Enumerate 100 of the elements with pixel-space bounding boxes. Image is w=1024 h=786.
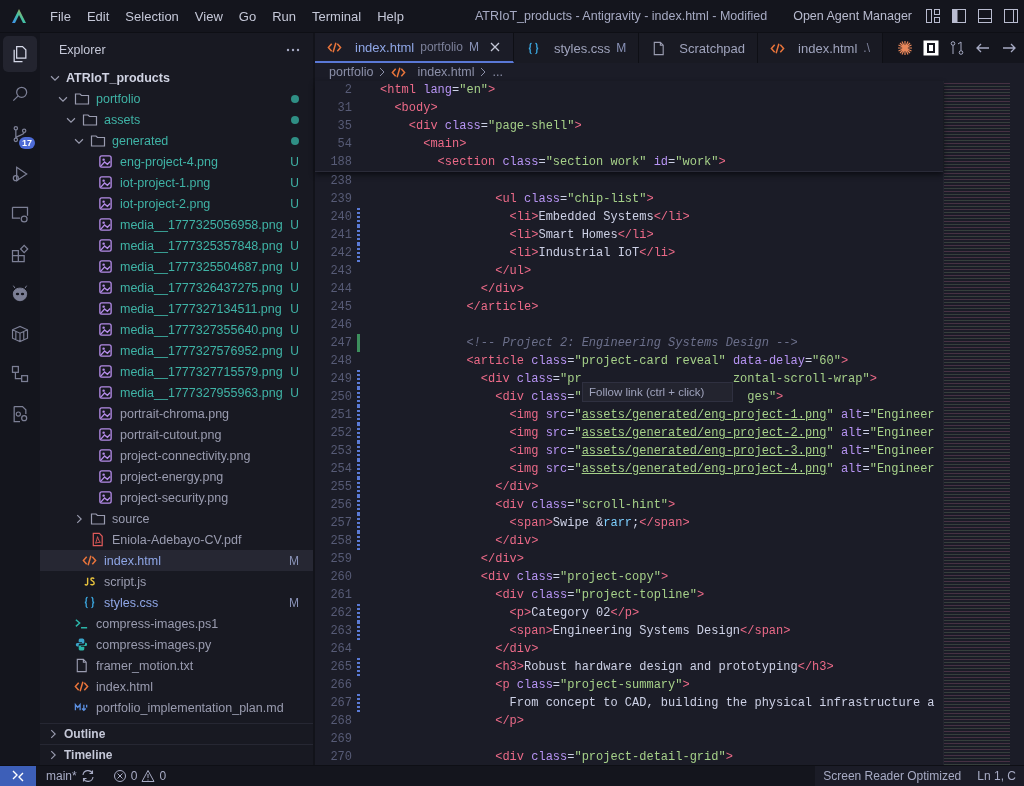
- warning-icon[interactable]: [141, 769, 156, 783]
- file-row[interactable]: index.html: [40, 676, 313, 697]
- tooltip: Follow link (ctrl + click): [582, 382, 733, 402]
- editor-tab[interactable]: Scratchpad: [639, 33, 759, 63]
- monitor-icon[interactable]: [10, 204, 30, 224]
- warning-count[interactable]: 0: [159, 769, 167, 783]
- git-status: M: [289, 553, 299, 568]
- file-row[interactable]: styles.css M: [40, 592, 313, 613]
- secondary-sidebar-icon[interactable]: [1003, 8, 1019, 24]
- menu-item[interactable]: Help: [369, 8, 412, 24]
- status-item[interactable]: Screen Reader Optimized: [815, 766, 970, 786]
- editor-tab[interactable]: index.html portfolio M: [315, 33, 514, 63]
- status-item[interactable]: Ln 1, C: [969, 766, 1024, 786]
- file-row[interactable]: framer_motion.txt: [40, 655, 313, 676]
- python-icon: [74, 637, 89, 652]
- line-number: 31: [336, 101, 352, 115]
- file-row[interactable]: media__1777325056958.png U: [40, 214, 313, 235]
- folder-icon: [90, 510, 106, 527]
- file-row[interactable]: media__1777327715579.png U: [40, 361, 313, 382]
- line-number: 261: [329, 588, 352, 602]
- compare-icon[interactable]: [949, 40, 965, 56]
- git-status: U: [290, 196, 299, 211]
- git-status: U: [290, 364, 299, 379]
- menu-item[interactable]: Go: [230, 8, 265, 24]
- file-row[interactable]: project-security.png: [40, 487, 313, 508]
- image-file-icon: [98, 385, 113, 400]
- search-icon[interactable]: [10, 84, 30, 104]
- git-status: U: [290, 154, 299, 169]
- square-icon[interactable]: [923, 40, 939, 56]
- folder-row[interactable]: source: [40, 508, 313, 529]
- file-row[interactable]: portfolio_implementation_plan.md: [40, 697, 313, 718]
- code-line: </article>: [465, 300, 539, 314]
- agent-manager-button[interactable]: Open Agent Manager: [793, 9, 912, 23]
- file-row[interactable]: index.html M: [40, 550, 313, 571]
- menu-item[interactable]: Terminal: [304, 8, 370, 24]
- sync-icon[interactable]: [80, 769, 95, 783]
- menu-item[interactable]: File: [42, 8, 79, 24]
- file-row[interactable]: iot-project-1.png U: [40, 172, 313, 193]
- file-row[interactable]: portrait-cutout.png: [40, 424, 313, 445]
- image-file-icon: [98, 364, 113, 379]
- file-row[interactable]: media__1777327355640.png U: [40, 319, 313, 340]
- folder-row[interactable]: assets: [40, 109, 313, 130]
- error-icon[interactable]: [112, 769, 127, 783]
- image-file-icon: [98, 259, 113, 274]
- folder-row[interactable]: portfolio: [40, 88, 313, 109]
- breadcrumb-item[interactable]: portfolio: [329, 65, 374, 79]
- file-row[interactable]: project-connectivity.png: [40, 445, 313, 466]
- line-number: 267: [329, 696, 352, 710]
- menu-item[interactable]: Selection: [117, 8, 187, 24]
- image-file-icon: [98, 154, 113, 169]
- code-line: <li>Embedded Systems</li>: [508, 210, 690, 224]
- sidebar-toggle-icon[interactable]: [951, 8, 967, 24]
- editor-tab[interactable]: styles.css M: [513, 33, 640, 63]
- document-icon: [74, 658, 89, 673]
- file-row[interactable]: media__1777325504687.png U: [40, 256, 313, 277]
- file-row[interactable]: Eniola-Adebayo-CV.pdf: [40, 529, 313, 550]
- menu-item[interactable]: View: [186, 8, 231, 24]
- file-row[interactable]: portrait-chroma.png: [40, 403, 313, 424]
- section-header[interactable]: Outline: [40, 723, 313, 744]
- starburst-icon[interactable]: [897, 40, 913, 56]
- folder-row[interactable]: generated: [40, 130, 313, 151]
- file-row[interactable]: compress-images.py: [40, 634, 313, 655]
- layout-icon[interactable]: [925, 8, 941, 24]
- box-icon[interactable]: [10, 324, 30, 344]
- image-file-icon: [98, 427, 113, 442]
- breadcrumb-item[interactable]: index.html: [417, 65, 475, 79]
- line-number: 264: [329, 642, 352, 656]
- file-row[interactable]: media__1777327955963.png U: [40, 382, 313, 403]
- menu-item[interactable]: Edit: [78, 8, 118, 24]
- panel-toggle-icon[interactable]: [977, 8, 993, 24]
- file-row[interactable]: media__1777327576952.png U: [40, 340, 313, 361]
- branch-name[interactable]: main*: [46, 769, 77, 783]
- line-number: 188: [329, 155, 352, 169]
- file-row[interactable]: media__1777326437275.png U: [40, 277, 313, 298]
- file-row[interactable]: project-energy.png: [40, 466, 313, 487]
- menu-item[interactable]: Run: [264, 8, 304, 24]
- file-row[interactable]: media__1777325357848.png U: [40, 235, 313, 256]
- image-file-icon: [98, 280, 113, 295]
- file-row[interactable]: iot-project-2.png U: [40, 193, 313, 214]
- image-file-icon: [98, 322, 113, 337]
- breadcrumb-item[interactable]: ...: [492, 65, 503, 79]
- activity-item[interactable]: [3, 36, 37, 72]
- folder-row[interactable]: ATRIoT_products: [40, 67, 313, 88]
- activity-item[interactable]: 17: [3, 116, 37, 152]
- editor-tab[interactable]: index.html .\: [758, 33, 883, 63]
- code-line: </div>: [479, 552, 525, 566]
- file-row[interactable]: media__1777327134511.png U: [40, 298, 313, 319]
- code-line: <p>Category 02</p>: [508, 606, 640, 620]
- close-icon[interactable]: [488, 41, 501, 53]
- extensions-icon[interactable]: [10, 244, 30, 264]
- file-row[interactable]: eng-project-4.png U: [40, 151, 313, 172]
- file-row[interactable]: script.js: [40, 571, 313, 592]
- flowchart-icon[interactable]: [10, 364, 30, 384]
- line-number: 262: [329, 606, 352, 620]
- run-debug-icon[interactable]: [10, 164, 30, 184]
- file-row[interactable]: compress-images.ps1: [40, 613, 313, 634]
- error-count[interactable]: 0: [130, 769, 138, 783]
- remote-button[interactable]: [0, 766, 36, 786]
- alien-head-icon[interactable]: [10, 284, 30, 304]
- git-status: U: [290, 238, 299, 253]
